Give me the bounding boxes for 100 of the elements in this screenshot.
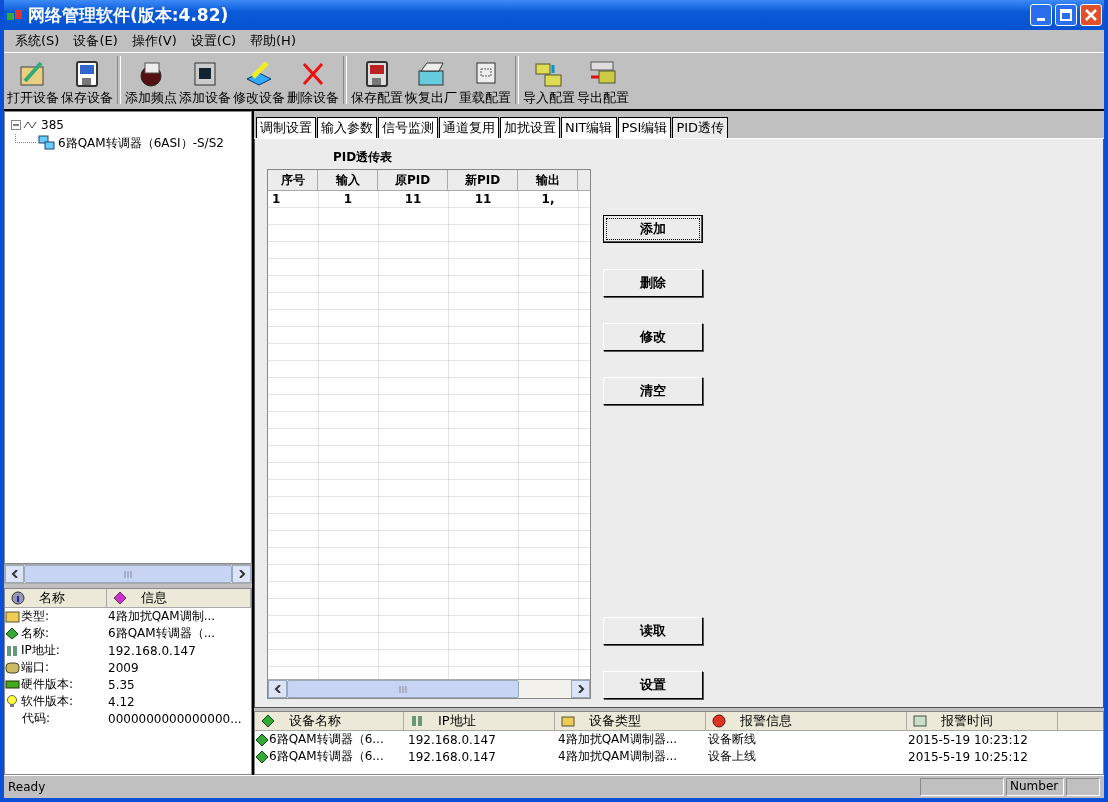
column-header[interactable]: 名称 [5,589,107,607]
horizontal-scrollbar[interactable] [4,564,252,584]
table-cell-text: 4路加扰QAM调制器... [557,748,679,765]
minimize-button[interactable] [1030,4,1052,26]
column-header[interactable]: 新PID [448,170,518,190]
table-cell-text: 1, [540,191,556,208]
grip-icon [399,685,407,693]
column-header[interactable]: 设备类型 [555,712,706,730]
scroll-right-button[interactable] [232,565,251,583]
action-button[interactable]: 清空 [603,377,703,405]
tab[interactable]: PSI编辑 [617,117,672,138]
property-value: 0000000000000000... [108,711,242,726]
tab[interactable]: PID透传 [672,117,729,138]
tab[interactable]: NIT编辑 [561,117,617,138]
property-value: 192.168.0.147 [108,643,196,658]
column-header[interactable]: 信息 [106,589,251,607]
device-icon [261,714,275,728]
app-icon [6,7,24,23]
table-cell-text: 4路加扰QAM调制器... [557,731,679,748]
device-icon [255,749,269,764]
property-name: 硬件版本: [21,676,74,693]
menu-item[interactable]: 设置(C) [183,32,244,50]
scroll-left-button[interactable] [5,565,24,583]
toolbar-button[interactable]: 重载配置 [458,59,512,107]
tree-item[interactable]: 385 [41,118,64,132]
column-header[interactable]: 输入 [318,170,378,190]
action-button[interactable]: 删除 [603,269,703,297]
folder-icon [561,714,575,728]
table-cell-text: 192.168.0.147 [407,732,497,747]
info-icon [11,591,25,605]
property-name: 软件版本: [21,693,74,710]
alarm-icon [712,714,726,728]
device-icon [5,627,20,640]
menu-item[interactable]: 帮助(H) [243,32,303,50]
column-header[interactable]: 序号 [268,170,318,190]
property-value: 4.12 [108,694,135,709]
device-icon [255,732,269,747]
property-name: 类型: [21,608,50,625]
scroll-thumb[interactable] [24,565,232,583]
toolbar-button[interactable]: 打开设备 [6,59,60,107]
minimize-icon [1037,17,1045,21]
property-name: IP地址: [21,642,60,659]
table-cell-text: 2015-5-19 10:25:12 [907,749,1029,764]
menu-item[interactable]: 设备(E) [66,32,125,50]
table-cell-text: 11 [473,191,493,208]
window-title: 网络管理软件(版本:4.82) [28,3,230,27]
tab[interactable]: 输入参数 [317,117,377,138]
action-button[interactable]: 修改 [603,323,703,351]
column-header[interactable]: 原PID [378,170,448,190]
property-name: 端口: [21,659,50,676]
status-text: Ready [8,780,47,794]
menu-item[interactable]: 操作(V) [124,32,184,50]
table-title: PID透传表 [332,149,394,166]
tab[interactable]: 信号监测 [378,117,438,138]
property-name: 名称: [21,625,50,642]
table-cell: 6路QAM转调器（6... [269,731,384,748]
menu-item[interactable]: 系统(S) [8,32,67,50]
status-indicator: Number [1006,778,1064,796]
scroll-right-button[interactable] [571,680,590,698]
close-button[interactable] [1080,4,1102,26]
collapse-icon[interactable] [11,120,21,130]
scroll-left-button[interactable] [268,680,287,698]
toolbar-button[interactable]: 添加设备 [178,59,232,107]
toolbar-button[interactable]: 恢复出厂 [404,59,458,107]
property-value: 2009 [108,660,139,675]
tab[interactable]: 通道复用 [439,117,499,138]
scroll-thumb[interactable] [287,680,519,698]
property-value: 5.35 [108,677,135,692]
toolbar-button[interactable]: 导出配置 [576,59,630,107]
column-header[interactable]: 输出 [518,170,578,190]
status-pane [1066,778,1100,796]
column-header[interactable]: IP地址 [404,712,555,730]
table-cell-text: 1 [342,191,354,208]
bulb-icon [5,695,20,708]
toolbar-button[interactable]: 保存设备 [60,59,114,107]
toolbar-button[interactable]: 修改设备 [232,59,286,107]
action-button[interactable]: 添加 [603,215,703,243]
close-icon [1085,9,1097,21]
folder-icon [5,610,20,623]
property-value: 4路加扰QAM调制... [108,608,216,625]
toolbar-button[interactable]: 删除设备 [286,59,340,107]
column-header[interactable]: 报警信息 [706,712,907,730]
tab[interactable]: 调制设置 [256,117,316,138]
toolbar-button[interactable]: 添加频点 [124,59,178,107]
table-cell-text: 11 [403,191,423,208]
maximize-button[interactable] [1055,4,1077,26]
horizontal-scrollbar[interactable] [268,679,590,698]
action-button[interactable]: 设置 [603,671,703,699]
column-header[interactable]: 报警时间 [907,712,1058,730]
column-header[interactable]: 设备名称 [255,712,404,730]
action-button[interactable]: 读取 [603,617,703,645]
toolbar-button[interactable]: 保存配置 [350,59,404,107]
toolbar-button[interactable]: 导入配置 [522,59,576,107]
grip-icon [124,570,132,578]
tab[interactable]: 加扰设置 [500,117,560,138]
table-cell-text: 1 [271,191,282,208]
tree-item[interactable]: 6路QAM转调器（6ASI）-S/S2 [58,134,224,152]
table-cell: 6路QAM转调器（6... [269,748,384,765]
property-value: 6路QAM转调器（... [108,625,216,642]
table-cell-text: 2015-5-19 10:23:12 [907,732,1029,747]
